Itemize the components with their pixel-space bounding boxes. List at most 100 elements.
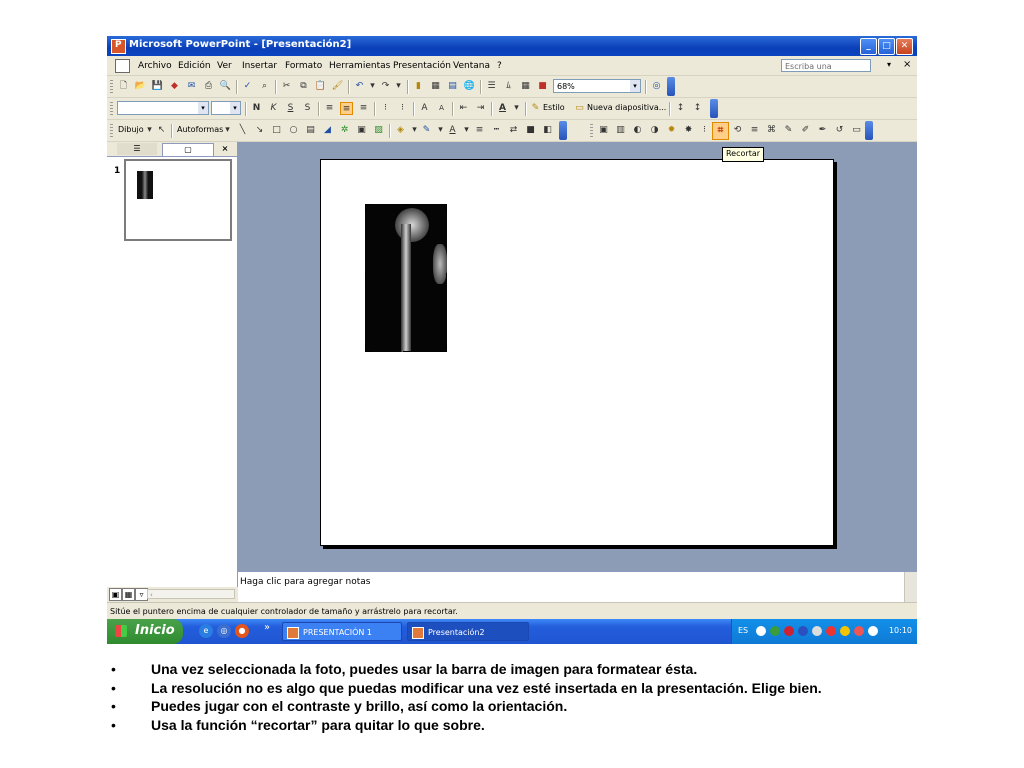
bold-button[interactable]: N xyxy=(250,102,263,115)
arrow-style-icon[interactable]: ⇄ xyxy=(507,124,520,137)
rectangle-icon[interactable]: □ xyxy=(270,124,283,137)
tray-app-icon[interactable] xyxy=(770,626,780,636)
set-transparent-color-icon[interactable]: ✒ xyxy=(816,124,829,137)
minimize-button[interactable]: _ xyxy=(860,38,877,55)
document-icon[interactable] xyxy=(115,59,130,73)
slide-canvas[interactable] xyxy=(320,159,834,546)
menu-formato[interactable]: Formato xyxy=(285,61,322,71)
taskbar-item-presentacion1[interactable]: PRESENTACIÓN 1 xyxy=(282,622,402,641)
line-spacing-down-icon[interactable]: ↕ xyxy=(691,102,704,115)
notes-scrollbar[interactable] xyxy=(904,572,917,602)
maximize-button[interactable]: □ xyxy=(878,38,895,55)
taskbar-item-presentacion2[interactable]: Presentación2 xyxy=(407,622,529,641)
redo-dropdown-icon[interactable]: ▾ xyxy=(392,80,405,93)
zoom-select[interactable]: 68% ▾ xyxy=(553,79,641,93)
tray-shield-icon[interactable] xyxy=(840,626,850,636)
rotate-left-icon[interactable]: ⟲ xyxy=(731,124,744,137)
help-icon[interactable]: ◎ xyxy=(650,80,663,93)
font-size-select[interactable]: ▾ xyxy=(211,101,241,115)
line-style-picture-icon[interactable]: ≡ xyxy=(748,124,761,137)
crop-handle-top-left[interactable] xyxy=(365,204,373,212)
line-style-icon[interactable]: ≡ xyxy=(473,124,486,137)
save-icon[interactable]: 💾 xyxy=(151,80,164,93)
spelling-icon[interactable]: ✓ xyxy=(241,80,254,93)
tables-borders-icon[interactable]: ▤ xyxy=(446,80,459,93)
show-formatting-icon[interactable]: ﾑ xyxy=(502,80,515,93)
print-preview-icon[interactable]: 🔍 xyxy=(219,80,232,93)
paste-icon[interactable]: 📋 xyxy=(314,80,327,93)
select-objects-icon[interactable]: ↖ xyxy=(155,124,168,137)
toolbar-options-icon[interactable] xyxy=(667,77,675,96)
oval-icon[interactable]: ○ xyxy=(287,124,300,137)
draw-menu-button[interactable]: Dibujo xyxy=(118,125,144,134)
line-color-icon[interactable]: ✎ xyxy=(420,124,433,137)
menu-archivo[interactable]: Archivo xyxy=(138,61,172,71)
toolbar-grip[interactable] xyxy=(110,80,113,93)
line-icon[interactable]: ╲ xyxy=(236,124,249,137)
start-button[interactable]: Inicio xyxy=(107,619,183,644)
crop-handle-bottom-left[interactable] xyxy=(365,344,373,352)
crop-handle-right[interactable] xyxy=(439,273,447,282)
align-right-icon[interactable]: ≡ xyxy=(357,102,370,115)
chevron-down-icon[interactable]: ▾ xyxy=(630,80,640,92)
underline-button[interactable]: S xyxy=(284,102,297,115)
horizontal-scrollbar[interactable]: ‹ xyxy=(147,589,235,599)
open-icon[interactable]: 📂 xyxy=(134,80,147,93)
tray-bluetooth-icon[interactable] xyxy=(798,626,808,636)
crop-button[interactable]: ⌗ xyxy=(712,122,729,140)
permission-icon[interactable]: ◆ xyxy=(168,80,181,93)
insert-table-icon[interactable]: ▦ xyxy=(429,80,442,93)
chevron-down-icon[interactable]: ▾ xyxy=(198,102,208,114)
increase-font-icon[interactable]: A xyxy=(418,102,431,115)
quicklaunch-firefox-icon[interactable]: ● xyxy=(235,624,249,638)
design-button[interactable]: Estilo xyxy=(543,103,565,112)
slide-sorter-view-icon[interactable]: ▦ xyxy=(122,588,135,601)
language-indicator[interactable]: ES xyxy=(738,626,748,635)
color-grayscale-icon[interactable]: ■ xyxy=(536,80,549,93)
crop-handle-left[interactable] xyxy=(365,273,373,282)
arrow-icon[interactable]: ↘ xyxy=(253,124,266,137)
toolbar-options-icon[interactable] xyxy=(710,99,718,118)
powerpoint-app-icon[interactable] xyxy=(111,39,126,54)
tab-slides[interactable]: ▢ xyxy=(162,143,214,156)
dash-style-icon[interactable]: ┅ xyxy=(490,124,503,137)
slide-thumbnail[interactable] xyxy=(124,159,232,241)
line-spacing-up-icon[interactable]: ↕ xyxy=(674,102,687,115)
crop-handle-bottom-right[interactable] xyxy=(439,344,447,352)
normal-view-icon[interactable]: ▣ xyxy=(109,588,122,601)
tray-ati-icon[interactable] xyxy=(826,626,836,636)
chevron-down-icon[interactable]: ▾ xyxy=(230,102,240,114)
font-name-select[interactable]: ▾ xyxy=(117,101,209,115)
crop-handle-top[interactable] xyxy=(403,204,412,212)
less-contrast-icon[interactable]: ◑ xyxy=(648,124,661,137)
crop-handle-bottom[interactable] xyxy=(403,344,412,352)
diagram-icon[interactable]: ✲ xyxy=(338,124,351,137)
undo-dropdown-icon[interactable]: ▾ xyxy=(366,80,379,93)
shadow-button[interactable]: S xyxy=(301,102,314,115)
toolbar-grip[interactable] xyxy=(110,124,113,137)
shadow-style-icon[interactable]: ■ xyxy=(524,124,537,137)
new-slide-button[interactable]: Nueva diapositiva... xyxy=(587,103,666,112)
print-icon[interactable]: ⎙ xyxy=(202,80,215,93)
autoshapes-dropdown-icon[interactable]: ▾ xyxy=(221,124,234,137)
picture-extra-icon[interactable]: ▭ xyxy=(850,124,863,137)
xray-image[interactable] xyxy=(365,204,447,352)
bullets-icon[interactable]: ⁝ xyxy=(396,102,409,115)
toolbar-options-icon[interactable] xyxy=(559,121,567,140)
close-document-button[interactable]: × xyxy=(903,59,911,70)
autoshapes-menu-button[interactable]: Autoformas xyxy=(177,125,223,134)
decrease-font-icon[interactable]: A xyxy=(435,102,448,115)
help-dropdown-icon[interactable]: ▾ xyxy=(887,60,891,69)
tray-network-icon[interactable] xyxy=(756,626,766,636)
numbering-icon[interactable]: ⁝ xyxy=(379,102,392,115)
recolor-picture-icon[interactable]: ✎ xyxy=(782,124,795,137)
picture-toolbar-grip[interactable] xyxy=(590,124,593,137)
tray-volume-icon[interactable] xyxy=(812,626,822,636)
help-search-input[interactable]: Escriba una pregunta xyxy=(781,59,871,84)
picture-insert-icon[interactable]: ▣ xyxy=(597,124,610,137)
undo-icon[interactable]: ↶ xyxy=(353,80,366,93)
notes-pane[interactable]: Haga clic para agregar notas xyxy=(238,571,917,602)
copy-icon[interactable]: ⧉ xyxy=(297,80,310,93)
menu-ver[interactable]: Ver xyxy=(217,61,232,71)
research-icon[interactable]: ⌕ xyxy=(258,80,271,93)
